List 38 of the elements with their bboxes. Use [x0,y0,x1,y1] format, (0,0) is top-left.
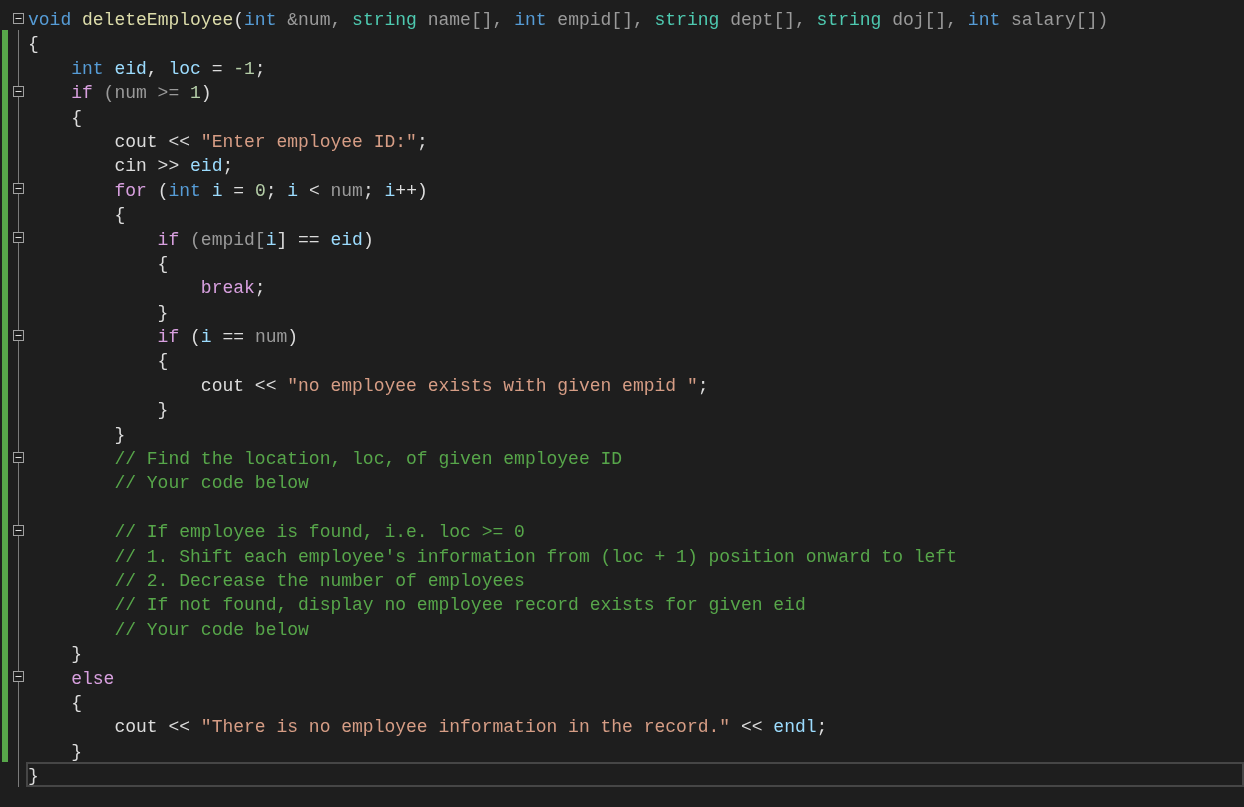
code-line: cout << "no employee exists with given empid "; [199,374,710,397]
code-line: // 2. Decrease the number of employees [113,570,526,592]
code-line: break; [199,277,267,299]
code-line: } [70,740,83,763]
code-line: } [113,423,127,446]
code-line: } [156,301,170,324]
code-line: // If not found, display no employee record exists for given eid [113,594,807,616]
code-line: { [70,691,83,714]
code-line: } [156,399,170,421]
collapse-icon[interactable] [12,232,24,244]
collapse-icon[interactable] [12,183,24,195]
code-line: } [70,643,83,665]
code-line: { [156,252,170,275]
collapse-icon[interactable] [12,85,24,97]
code-line: // Your code below [113,472,310,494]
code-line: cin >> eid; [113,155,235,177]
code-line: if (i == num) [156,326,300,348]
collapse-icon[interactable] [12,12,24,24]
code-line: cout << "There is no employee information in the record." << endl; [113,716,829,738]
collapse-icon[interactable] [12,671,24,683]
code-line: // 1. Shift each employee's information from (loc + 1) position onward to left [113,545,958,567]
collapse-icon[interactable] [12,329,24,341]
collapse-icon[interactable] [12,451,24,463]
code-line: { [156,350,170,372]
code-line: { [27,33,40,55]
code-line: else [70,667,116,689]
code-line: void deleteEmployee(int &num, string name[], int empid[], string dept[], string doj[], int salary[]) [27,9,1110,31]
code-line: for (int i = 0; i < num; i++) [113,179,429,202]
code-line: int eid, loc = -1; [70,57,267,80]
code-line: if (empid[i] == eid) [156,228,375,250]
code-line: if (num >= 1) [70,82,213,104]
code-line: cout << "Enter employee ID:"; [113,130,429,153]
code-line: // If employee is found, i.e. loc >= 0 [113,521,526,543]
collapse-icon[interactable] [12,524,24,536]
code-line: // Your code below [113,618,310,641]
code-line: // Find the location, loc, of given employee ID [113,448,624,470]
code-line: { [70,106,83,128]
code-line: { [113,204,127,226]
